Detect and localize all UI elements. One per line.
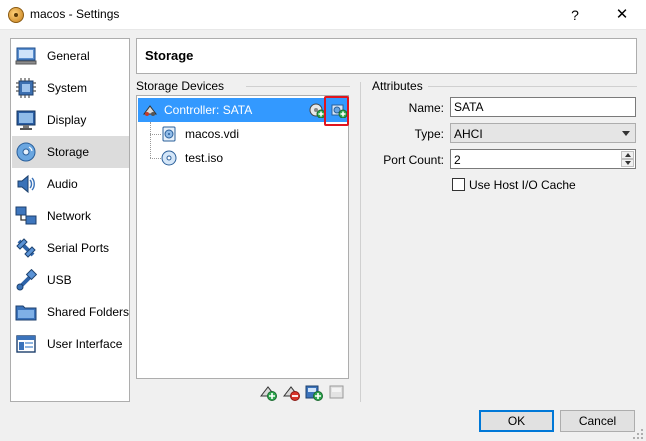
nav-item-network[interactable]: Network: [12, 200, 129, 232]
port-count-label: Port Count:: [383, 153, 444, 167]
nav-label: Display: [47, 113, 87, 127]
tree-item-label: test.iso: [185, 151, 224, 165]
use-host-io-cache-label[interactable]: Use Host I/O Cache: [469, 178, 576, 192]
type-select[interactable]: AHCI: [450, 123, 636, 143]
type-value: AHCI: [454, 127, 483, 141]
chevron-down-icon: [622, 131, 630, 136]
page-header: Storage: [136, 38, 637, 74]
name-label: Name:: [408, 101, 444, 115]
nav-label: Network: [47, 209, 92, 223]
nav-item-audio[interactable]: Audio: [12, 168, 129, 200]
highlight-box: [324, 96, 349, 126]
controller-icon: [143, 105, 157, 116]
nav-item-serial-ports[interactable]: Serial Ports: [12, 232, 129, 264]
serial-port-icon: [16, 238, 36, 258]
add-optical-drive-icon[interactable]: [309, 102, 325, 118]
nav-item-storage[interactable]: Storage: [12, 136, 129, 168]
attributes-label: Attributes: [372, 79, 423, 93]
port-count-value: 2: [454, 153, 461, 167]
network-icon: [15, 206, 37, 225]
usb-icon: [16, 269, 37, 291]
nav-label: System: [47, 81, 88, 95]
remove-controller-icon[interactable]: [282, 383, 300, 401]
nav-item-general[interactable]: General: [12, 40, 129, 72]
add-controller-icon[interactable]: [259, 383, 277, 401]
ok-button[interactable]: OK: [479, 410, 554, 432]
settings-window: macos - Settings ? ✕ General System Disp…: [0, 0, 646, 441]
nav-item-system[interactable]: System: [12, 72, 129, 104]
controller-label: Controller: SATA: [164, 103, 253, 117]
spin-down-arrow-icon[interactable]: [621, 159, 634, 167]
optical-disc-icon: [161, 150, 177, 166]
controller-row[interactable]: Controller: SATA: [138, 98, 347, 122]
help-button[interactable]: ?: [560, 3, 590, 27]
display-monitor-icon: [16, 110, 36, 130]
storage-devices-label: Storage Devices: [136, 79, 225, 93]
shared-folder-icon: [15, 305, 37, 321]
page-title: Storage: [145, 48, 194, 63]
resize-grip-icon[interactable]: [632, 428, 644, 440]
virtualbox-app-icon: [8, 7, 24, 23]
nav-label: USB: [47, 273, 72, 287]
nav-label: Serial Ports: [47, 241, 110, 255]
nav-label: User Interface: [47, 337, 123, 351]
hard-disk-icon: [162, 126, 176, 142]
tree-item-macos-vdi[interactable]: macos.vdi: [161, 124, 341, 144]
use-host-io-cache-checkbox[interactable]: [452, 178, 465, 191]
nav-item-user-interface[interactable]: User Interface: [12, 328, 129, 360]
add-attachment-icon[interactable]: [305, 383, 323, 401]
user-interface-icon: [16, 335, 36, 353]
name-field[interactable]: [450, 97, 636, 117]
group-divider: [428, 86, 637, 87]
storage-disk-icon: [16, 142, 36, 162]
remove-attachment-icon[interactable]: [328, 383, 346, 401]
tree-item-label: macos.vdi: [185, 127, 240, 141]
nav-label: General: [47, 49, 90, 63]
system-chip-icon: [16, 78, 36, 98]
nav-item-usb[interactable]: USB: [12, 264, 129, 296]
title-bar: macos - Settings ? ✕: [0, 0, 646, 30]
settings-nav: General System Display Storage Audio Net…: [10, 38, 130, 402]
nav-label: Audio: [47, 177, 78, 191]
nav-label: Storage: [47, 145, 90, 159]
port-count-spinbox[interactable]: 2: [450, 149, 636, 169]
panel-separator: [360, 82, 361, 402]
nav-item-shared-folders[interactable]: Shared Folders: [12, 296, 129, 328]
nav-label: Shared Folders: [47, 305, 130, 319]
window-title: macos - Settings: [30, 7, 120, 21]
spin-up-arrow-icon[interactable]: [621, 151, 634, 159]
storage-tree[interactable]: Controller: SATA macos.vdi test.iso: [136, 95, 349, 379]
close-button[interactable]: ✕: [605, 3, 639, 27]
tree-item-test-iso[interactable]: test.iso: [161, 148, 341, 168]
audio-speaker-icon: [17, 174, 35, 194]
nav-item-display[interactable]: Display: [12, 104, 129, 136]
group-divider: [246, 86, 350, 87]
cancel-button[interactable]: Cancel: [560, 410, 635, 432]
general-icon: [15, 47, 37, 65]
type-label: Type:: [414, 127, 444, 141]
